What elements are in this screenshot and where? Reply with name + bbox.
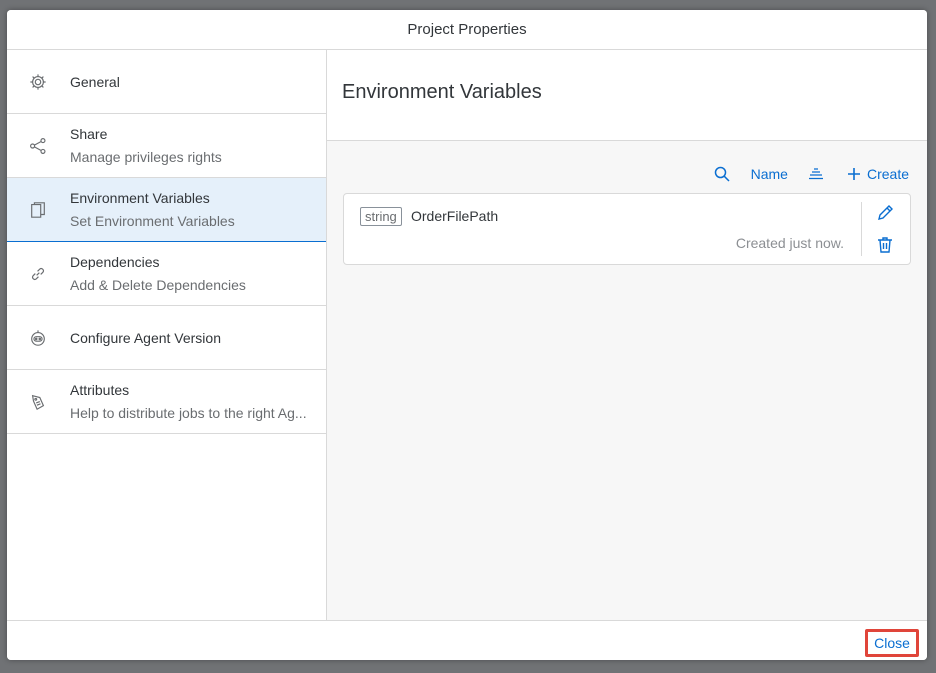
search-icon	[714, 166, 730, 182]
list-item[interactable]: string OrderFilePath Created just now.	[343, 193, 911, 265]
sidebar-item-sublabel: Manage privileges rights	[70, 149, 222, 165]
project-properties-dialog: Project Properties General Share Manage …	[7, 10, 927, 660]
sort-button[interactable]	[808, 166, 824, 182]
sidebar-item-general[interactable]: General	[7, 50, 326, 114]
dialog-footer: Close	[7, 620, 927, 660]
sidebar-item-sublabel: Help to distribute jobs to the right Ag.…	[70, 405, 307, 421]
sidebar-item-label: Attributes	[70, 382, 130, 398]
variable-name: OrderFilePath	[411, 208, 499, 224]
tag-icon	[28, 392, 48, 412]
sidebar-item-sublabel: Set Environment Variables	[70, 213, 235, 229]
card-divider	[861, 202, 862, 256]
sidebar-item-sublabel: Add & Delete Dependencies	[70, 277, 246, 293]
sort-field-button[interactable]: Name	[751, 166, 788, 182]
sidebar: General Share Manage privileges rights E…	[7, 50, 327, 620]
sidebar-item-share[interactable]: Share Manage privileges rights	[7, 114, 326, 178]
sidebar-item-dependencies[interactable]: Dependencies Add & Delete Dependencies	[7, 242, 326, 306]
gear-icon	[28, 72, 48, 92]
robot-icon	[28, 328, 48, 348]
edit-button[interactable]	[876, 204, 894, 222]
sidebar-item-label: Dependencies	[70, 254, 160, 270]
close-button[interactable]: Close	[865, 629, 919, 657]
search-button[interactable]	[714, 166, 730, 182]
create-label: Create	[866, 166, 909, 182]
sort-icon	[808, 168, 823, 180]
share-icon	[28, 136, 48, 156]
sidebar-item-label: Environment Variables	[70, 190, 210, 206]
main-panel: Environment Variables Name Create string…	[327, 50, 927, 620]
sidebar-item-configure-agent-version[interactable]: Configure Agent Version	[7, 306, 326, 370]
pencil-icon	[878, 205, 893, 220]
main-header: Environment Variables	[327, 50, 927, 141]
sidebar-item-label: General	[70, 73, 120, 90]
page-title: Environment Variables	[342, 81, 542, 103]
trash-icon	[878, 237, 892, 253]
variable-meta: Created just now.	[735, 235, 844, 251]
sidebar-item-label: Share	[70, 126, 108, 142]
sidebar-item-environment-variables[interactable]: Environment Variables Set Environment Va…	[7, 178, 326, 242]
sidebar-item-attributes[interactable]: Attributes Help to distribute jobs to th…	[7, 370, 326, 434]
plus-icon	[847, 168, 860, 180]
type-badge: string	[360, 207, 402, 226]
dialog-title: Project Properties	[7, 10, 927, 50]
create-button[interactable]: Create	[847, 166, 909, 182]
delete-button[interactable]	[876, 236, 894, 254]
link-icon	[28, 264, 48, 284]
sidebar-item-label: Configure Agent Version	[70, 329, 221, 346]
copy-icon	[28, 200, 48, 220]
variables-toolbar: Name Create	[714, 162, 909, 186]
